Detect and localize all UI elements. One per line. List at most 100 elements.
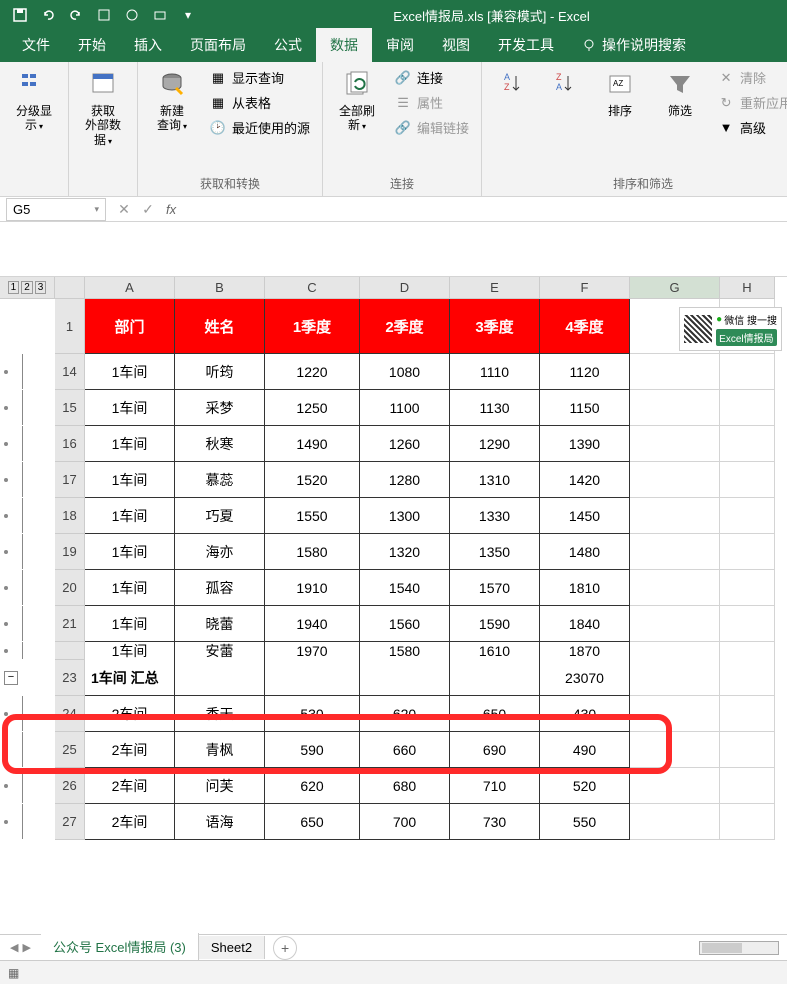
cell[interactable]: 1车间: [85, 426, 175, 462]
cell[interactable]: 1810: [540, 570, 630, 606]
cell[interactable]: 1560: [360, 606, 450, 642]
cell[interactable]: 590: [265, 732, 360, 768]
row-header[interactable]: 26: [55, 768, 85, 804]
cell[interactable]: [630, 426, 720, 462]
tab-home[interactable]: 开始: [64, 28, 120, 62]
horizontal-scrollbar[interactable]: [297, 941, 787, 955]
cell[interactable]: 3季度: [450, 299, 540, 354]
cell[interactable]: 1350: [450, 534, 540, 570]
cell[interactable]: 1300: [360, 498, 450, 534]
undo-icon[interactable]: [40, 7, 56, 23]
sort-za-button[interactable]: ZA: [542, 66, 586, 102]
cell[interactable]: 1车间: [85, 534, 175, 570]
advanced-filter-button[interactable]: ▼高级: [714, 116, 787, 139]
cell[interactable]: [720, 804, 775, 840]
tab-pagelayout[interactable]: 页面布局: [176, 28, 260, 62]
cell[interactable]: 1110: [450, 354, 540, 390]
cell[interactable]: 孤容: [175, 570, 265, 606]
properties-button[interactable]: ☰属性: [391, 91, 473, 114]
cell[interactable]: 490: [540, 732, 630, 768]
row-header[interactable]: 17: [55, 462, 85, 498]
cell[interactable]: [630, 732, 720, 768]
formula-input[interactable]: [182, 198, 787, 221]
cell[interactable]: [265, 660, 360, 696]
row-header[interactable]: 15: [55, 390, 85, 426]
cell[interactable]: 1330: [450, 498, 540, 534]
cell[interactable]: [630, 642, 720, 660]
row-header[interactable]: 24: [55, 696, 85, 732]
cell[interactable]: 1590: [450, 606, 540, 642]
filter-button[interactable]: 筛选: [654, 66, 706, 120]
cell[interactable]: [630, 498, 720, 534]
row-header[interactable]: 1: [55, 299, 85, 354]
cell[interactable]: 1870: [540, 642, 630, 660]
reapply-button[interactable]: ↻重新应用: [714, 91, 787, 114]
cell[interactable]: 730: [450, 804, 540, 840]
sort-button[interactable]: AZ 排序: [594, 66, 646, 120]
col-header-D[interactable]: D: [360, 277, 450, 299]
get-external-data-button[interactable]: 获取 外部数据▾: [77, 66, 129, 149]
cell[interactable]: 430: [540, 696, 630, 732]
cell[interactable]: [630, 390, 720, 426]
cell[interactable]: [720, 570, 775, 606]
cell[interactable]: 1车间: [85, 354, 175, 390]
col-header-F[interactable]: F: [540, 277, 630, 299]
tab-developer[interactable]: 开发工具: [484, 28, 568, 62]
cell[interactable]: 1490: [265, 426, 360, 462]
cell[interactable]: 710: [450, 768, 540, 804]
cell[interactable]: 620: [265, 768, 360, 804]
qat-icon-4[interactable]: [96, 7, 112, 23]
cell[interactable]: 2季度: [360, 299, 450, 354]
cell[interactable]: 1100: [360, 390, 450, 426]
row-header[interactable]: 21: [55, 606, 85, 642]
cell[interactable]: [720, 426, 775, 462]
redo-icon[interactable]: [68, 7, 84, 23]
cell[interactable]: 1280: [360, 462, 450, 498]
cell[interactable]: 1580: [265, 534, 360, 570]
cell[interactable]: [720, 606, 775, 642]
cell[interactable]: 1540: [360, 570, 450, 606]
cell[interactable]: [720, 768, 775, 804]
cell[interactable]: 1车间: [85, 606, 175, 642]
cell[interactable]: 1940: [265, 606, 360, 642]
cell[interactable]: 姓名: [175, 299, 265, 354]
cell[interactable]: 海亦: [175, 534, 265, 570]
qat-icon-5[interactable]: [124, 7, 140, 23]
cell[interactable]: [175, 660, 265, 696]
outline-level-3[interactable]: 3: [35, 281, 47, 294]
cell[interactable]: [630, 696, 720, 732]
cell[interactable]: 1610: [450, 642, 540, 660]
enter-formula-button[interactable]: ✓: [136, 198, 160, 221]
col-header-H[interactable]: H: [720, 277, 775, 299]
edit-links-button[interactable]: 🔗编辑链接: [391, 116, 473, 139]
cell[interactable]: 660: [360, 732, 450, 768]
qat-icon-6[interactable]: [152, 7, 168, 23]
add-sheet-button[interactable]: +: [273, 936, 297, 960]
cancel-formula-button[interactable]: ✕: [112, 198, 136, 221]
outline-button[interactable]: 分级显示▾: [8, 66, 60, 135]
cell[interactable]: 安蕾: [175, 642, 265, 660]
cell[interactable]: 1320: [360, 534, 450, 570]
fx-icon[interactable]: fx: [160, 202, 182, 217]
from-table-button[interactable]: ▦从表格: [206, 91, 314, 114]
row-header[interactable]: 20: [55, 570, 85, 606]
cell[interactable]: 慕蕊: [175, 462, 265, 498]
tell-me[interactable]: 操作说明搜索: [568, 28, 700, 62]
cell[interactable]: 530: [265, 696, 360, 732]
cell[interactable]: 2车间: [85, 768, 175, 804]
col-header-B[interactable]: B: [175, 277, 265, 299]
cell[interactable]: 1220: [265, 354, 360, 390]
outline-level-2[interactable]: 2: [21, 281, 33, 294]
cell[interactable]: 1420: [540, 462, 630, 498]
row-header[interactable]: 14: [55, 354, 85, 390]
sheet-nav-prev-icon[interactable]: ◀: [10, 941, 18, 954]
cell[interactable]: 秋寒: [175, 426, 265, 462]
select-all-button[interactable]: [55, 277, 85, 299]
cell[interactable]: 1120: [540, 354, 630, 390]
cell[interactable]: [630, 534, 720, 570]
cell[interactable]: 1310: [450, 462, 540, 498]
cell[interactable]: [450, 660, 540, 696]
cell[interactable]: 1150: [540, 390, 630, 426]
cell[interactable]: [630, 606, 720, 642]
cell[interactable]: 680: [360, 768, 450, 804]
